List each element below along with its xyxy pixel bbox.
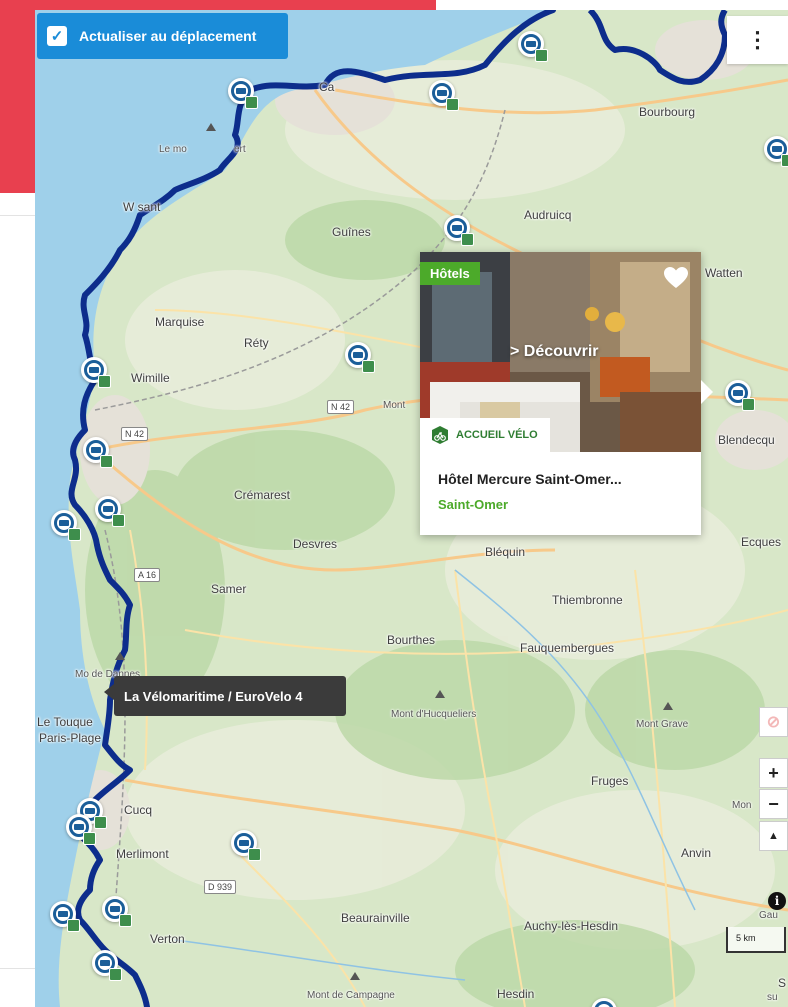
hotel-card[interactable]: Hôtels > Découvrir ACCUEIL VÉLO Hôtel Me… bbox=[420, 252, 701, 535]
hotel-marker[interactable] bbox=[50, 901, 80, 932]
accueil-velo-label: ACCUEIL VÉLO bbox=[456, 429, 538, 441]
hotel-marker[interactable] bbox=[345, 342, 375, 373]
town-gau: Gau bbox=[759, 910, 778, 921]
zoom-in-button[interactable]: + bbox=[759, 758, 788, 788]
town-s: S bbox=[778, 976, 787, 990]
card-pointer bbox=[701, 380, 713, 404]
town-mont: Mont bbox=[383, 400, 406, 411]
update-on-move-toggle[interactable]: ✓ Actualiser au déplacement bbox=[37, 13, 288, 59]
accueil-velo-icon bbox=[432, 426, 448, 444]
zoom-out-button[interactable]: − bbox=[759, 789, 788, 819]
town-bourbourg: Bourbourg bbox=[639, 105, 696, 119]
north-arrow-icon[interactable]: ▲ bbox=[759, 821, 788, 851]
hotel-marker[interactable] bbox=[102, 896, 132, 927]
town-guines: Guînes bbox=[332, 225, 371, 239]
town-cucq: Cucq bbox=[124, 803, 153, 817]
side-card bbox=[0, 215, 36, 969]
town-fauquembergues: Fauquembergues bbox=[520, 641, 615, 655]
town-fruges: Fruges bbox=[591, 774, 629, 788]
hotel-marker[interactable] bbox=[725, 380, 755, 411]
heart-icon[interactable] bbox=[663, 266, 689, 290]
town-mont-hucqueliers: Mont d'Hucqueliers bbox=[391, 709, 477, 720]
info-icon[interactable]: i bbox=[768, 892, 786, 910]
hotel-marker[interactable] bbox=[51, 510, 81, 541]
town-le-touquet: Le Touque bbox=[37, 715, 93, 729]
town-le-mont: Le mo bbox=[159, 144, 187, 155]
town-calais: Ca bbox=[319, 80, 335, 94]
hotel-marker[interactable] bbox=[764, 136, 788, 167]
location-disabled-icon[interactable]: ⊘ bbox=[759, 707, 788, 737]
hotel-marker[interactable] bbox=[95, 496, 125, 527]
hotel-marker[interactable] bbox=[429, 80, 459, 111]
hotel-marker[interactable] bbox=[231, 830, 261, 861]
town-mon: Mon bbox=[732, 800, 752, 811]
town-wissant: W sant bbox=[123, 200, 161, 214]
discover-link[interactable]: > Découvrir bbox=[510, 343, 598, 361]
scale-bar: 5 km bbox=[726, 927, 786, 953]
update-on-move-label: Actualiser au déplacement bbox=[79, 28, 257, 44]
town-le-mont-2: ert bbox=[234, 144, 246, 155]
town-rety: Réty bbox=[244, 336, 269, 350]
check-icon[interactable]: ✓ bbox=[47, 26, 67, 46]
more-vertical-icon[interactable]: ⋮ bbox=[727, 16, 788, 64]
hotel-marker[interactable] bbox=[81, 357, 111, 388]
town-cremarest: Crémarest bbox=[234, 488, 291, 502]
town-hesdin: Hesdin bbox=[497, 987, 535, 1001]
town-watten: Watten bbox=[705, 266, 743, 280]
town-wimille: Wimille bbox=[131, 371, 170, 385]
town-blequin: Bléquin bbox=[485, 545, 526, 559]
road-shield-n42: N 42 bbox=[327, 400, 355, 414]
town-desvres: Desvres bbox=[293, 537, 338, 551]
road-shield-n42-west: N 42 bbox=[121, 427, 149, 441]
town-verton: Verton bbox=[150, 932, 185, 946]
town-auchy: Auchy-lès-Hesdin bbox=[524, 919, 619, 933]
hotel-marker[interactable] bbox=[83, 437, 113, 468]
town-ecques: Ecques bbox=[741, 535, 782, 549]
town-blendecques: Blendecqu bbox=[718, 433, 775, 447]
town-paris-plage: Paris-Plage bbox=[39, 731, 102, 745]
town-anvin: Anvin bbox=[681, 846, 712, 860]
hotel-name[interactable]: Hôtel Mercure Saint-Omer... bbox=[438, 471, 622, 487]
road-shield-a16: A 16 bbox=[134, 568, 161, 582]
hotel-marker[interactable] bbox=[518, 31, 548, 62]
hotel-location: Saint-Omer bbox=[438, 497, 509, 512]
town-merlimont: Merlimont bbox=[116, 847, 169, 861]
hotel-marker[interactable] bbox=[92, 950, 122, 981]
hotel-marker[interactable] bbox=[228, 78, 258, 109]
town-beaurainville: Beaurainville bbox=[341, 911, 410, 925]
hotel-photo[interactable]: Hôtels > Découvrir ACCUEIL VÉLO bbox=[420, 252, 701, 452]
town-thiembronne: Thiembronne bbox=[552, 593, 623, 607]
town-su: su bbox=[767, 992, 778, 1003]
town-mont-campagne: Mont de Campagne bbox=[307, 990, 395, 1001]
hotel-marker[interactable] bbox=[66, 814, 96, 845]
route-tooltip: La Vélomaritime / EuroVelo 4 bbox=[114, 676, 346, 716]
accueil-velo-badge: ACCUEIL VÉLO bbox=[420, 418, 550, 452]
town-mont-grave: Mont Grave bbox=[636, 719, 689, 730]
town-marquise: Marquise bbox=[155, 315, 205, 329]
town-bourthes: Bourthes bbox=[387, 633, 436, 647]
tooltip-pointer bbox=[104, 684, 114, 700]
town-audruicq: Audruicq bbox=[524, 208, 572, 222]
scale-label: 5 km bbox=[736, 933, 756, 943]
road-shield-d939: D 939 bbox=[204, 880, 237, 894]
category-tag: Hôtels bbox=[420, 262, 480, 285]
town-samer: Samer bbox=[211, 582, 247, 596]
hotel-marker[interactable] bbox=[444, 215, 474, 246]
